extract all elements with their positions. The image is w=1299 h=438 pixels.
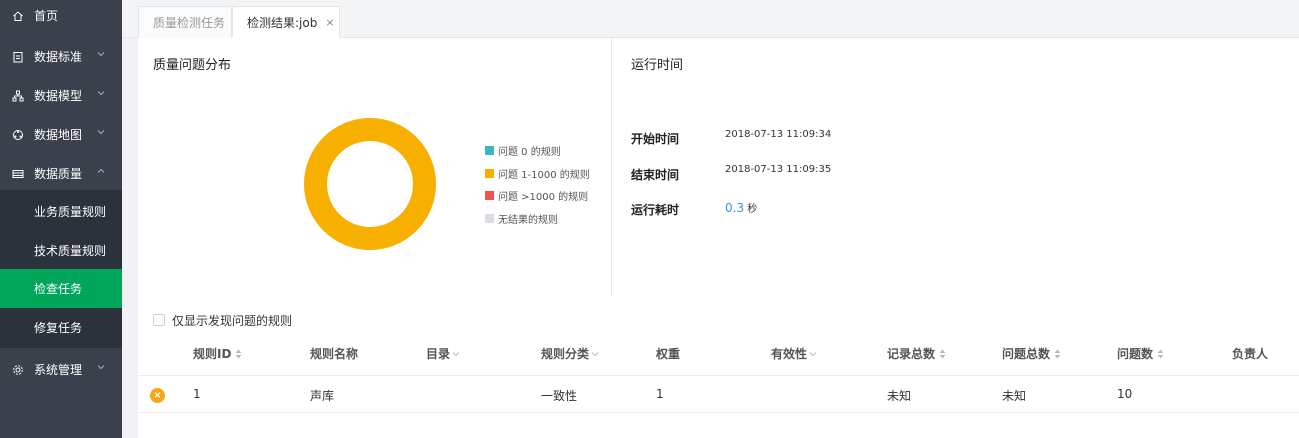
- header-label: 权重: [656, 347, 681, 361]
- chevron-down-icon: [97, 52, 105, 57]
- legend-item[interactable]: 问题 1-1000 的规则: [485, 166, 590, 181]
- hierarchy-icon: [12, 90, 24, 102]
- sidebar-item-home[interactable]: 首页: [0, 0, 122, 35]
- chevron-down-icon: [97, 365, 105, 370]
- close-icon[interactable]: ×: [325, 16, 334, 29]
- duration-unit: 秒: [747, 204, 758, 215]
- table-header-divider: [138, 375, 1299, 376]
- column-header-total-records[interactable]: 记录总数: [887, 345, 946, 362]
- cell-total-records: 未知: [887, 389, 912, 403]
- sort-icon[interactable]: [1054, 349, 1061, 359]
- column-header-rule-name: 规则名称: [310, 345, 358, 362]
- sort-icon[interactable]: [1157, 349, 1164, 359]
- chevron-down-icon[interactable]: [591, 350, 599, 358]
- header-label: 规则分类: [541, 347, 590, 361]
- column-header-owner: 负责人: [1232, 345, 1268, 362]
- donut-slice[interactable]: [304, 118, 436, 250]
- legend-label: 问题 >1000 的规则: [498, 192, 589, 203]
- column-header-rule-id[interactable]: 规则ID: [193, 345, 242, 362]
- legend-label: 问题 1-1000 的规则: [498, 170, 590, 181]
- sidebar-item-label: 数据标准: [34, 50, 83, 64]
- start-time-value: 2018-07-13 11:09:34: [725, 129, 832, 140]
- legend-swatch: [485, 191, 494, 200]
- chevron-down-icon[interactable]: [809, 350, 817, 358]
- cell-issue-count: 10: [1117, 387, 1133, 401]
- sidebar: 首页 数据标准 数据模型 数据地图 数据质量 业务质量规则 技术质量规则 检查任…: [0, 0, 122, 438]
- table-row-divider: [138, 412, 1299, 413]
- sidebar-item-data-standard[interactable]: 数据标准: [0, 37, 122, 76]
- sidebar-item-data-map[interactable]: 数据地图: [0, 115, 122, 154]
- sidebar-item-label: 数据质量: [34, 167, 83, 181]
- submenu-item-technical-rules[interactable]: 技术质量规则: [0, 231, 122, 270]
- column-header-validity[interactable]: 有效性: [771, 345, 817, 362]
- header-label: 有效性: [771, 347, 808, 361]
- tab-quality-task[interactable]: 质量检测任务: [138, 6, 232, 38]
- submenu-item-check-tasks[interactable]: 检查任务: [0, 269, 122, 308]
- header-label: 规则ID: [193, 347, 232, 361]
- duration-value: 0.3 秒: [725, 200, 757, 215]
- home-icon: [12, 10, 24, 22]
- sort-icon[interactable]: [235, 349, 242, 359]
- cell-category: 一致性: [541, 389, 578, 403]
- divider: [611, 38, 612, 296]
- sidebar-item-label: 数据地图: [34, 128, 83, 142]
- header-label: 规则名称: [310, 347, 359, 361]
- chevron-down-icon: [97, 130, 105, 135]
- runtime-title: 运行时间: [631, 58, 684, 73]
- column-header-category[interactable]: 规则分类: [541, 345, 599, 362]
- duration-label: 运行耗时: [631, 203, 680, 217]
- donut-chart: [304, 118, 436, 250]
- column-header-issue-count[interactable]: 问题数: [1117, 345, 1164, 362]
- sidebar-item-data-model[interactable]: 数据模型: [0, 76, 122, 115]
- duration-number: 0.3: [725, 201, 745, 215]
- database-icon: [12, 168, 24, 180]
- error-status-icon[interactable]: ×: [150, 388, 165, 403]
- legend-swatch: [485, 214, 494, 223]
- tab-bar: 质量检测任务 检测结果:job ×: [122, 0, 1299, 38]
- column-header-total-issues[interactable]: 问题总数: [1002, 345, 1061, 362]
- header-label: 问题数: [1117, 347, 1154, 361]
- legend-label: 无结果的规则: [498, 215, 558, 226]
- only-issues-label[interactable]: 仅显示发现问题的规则: [172, 312, 292, 329]
- legend-item[interactable]: 无结果的规则: [485, 211, 558, 226]
- gear-icon: [12, 364, 24, 376]
- submenu-item-repair-tasks[interactable]: 修复任务: [0, 308, 122, 347]
- chevron-down-icon: [97, 91, 105, 96]
- map-icon: [12, 129, 24, 141]
- sidebar-item-label: 首页: [34, 9, 59, 23]
- column-header-weight: 权重: [656, 345, 680, 362]
- tab-label: 质量检测任务: [153, 16, 226, 30]
- column-header-catalog[interactable]: 目录: [426, 345, 460, 362]
- sidebar-item-label: 数据模型: [34, 89, 83, 103]
- chevron-up-icon: [97, 168, 105, 173]
- sidebar-item-system-admin[interactable]: 系统管理: [0, 350, 122, 389]
- start-time-label: 开始时间: [631, 132, 680, 146]
- chevron-down-icon[interactable]: [452, 350, 460, 358]
- sidebar-item-label: 系统管理: [34, 363, 83, 377]
- legend-item[interactable]: 问题 >1000 的规则: [485, 188, 588, 203]
- header-label: 问题总数: [1002, 347, 1051, 361]
- submenu-item-business-rules[interactable]: 业务质量规则: [0, 192, 122, 231]
- tab-check-result[interactable]: 检测结果:job ×: [232, 6, 340, 38]
- header-label: 负责人: [1232, 347, 1269, 361]
- cell-rule-id: 1: [193, 387, 201, 401]
- tab-label: 检测结果:job: [247, 15, 318, 30]
- header-label: 目录: [426, 347, 451, 361]
- cell-weight: 1: [656, 387, 664, 401]
- end-time-value: 2018-07-13 11:09:35: [725, 164, 832, 175]
- cell-rule-name[interactable]: 声库: [310, 387, 334, 404]
- sort-icon[interactable]: [939, 349, 946, 359]
- cell-total-issues: 未知: [1002, 389, 1027, 403]
- legend-swatch: [485, 169, 494, 178]
- legend-item[interactable]: 问题 0 的规则: [485, 143, 561, 158]
- only-issues-checkbox[interactable]: [153, 314, 165, 326]
- distribution-title: 质量问题分布: [153, 58, 232, 73]
- legend-label: 问题 0 的规则: [498, 147, 561, 158]
- clipboard-icon: [12, 51, 24, 63]
- end-time-label: 结束时间: [631, 168, 680, 182]
- legend-swatch: [485, 146, 494, 155]
- sidebar-item-data-quality[interactable]: 数据质量: [0, 154, 122, 193]
- header-label: 记录总数: [887, 347, 936, 361]
